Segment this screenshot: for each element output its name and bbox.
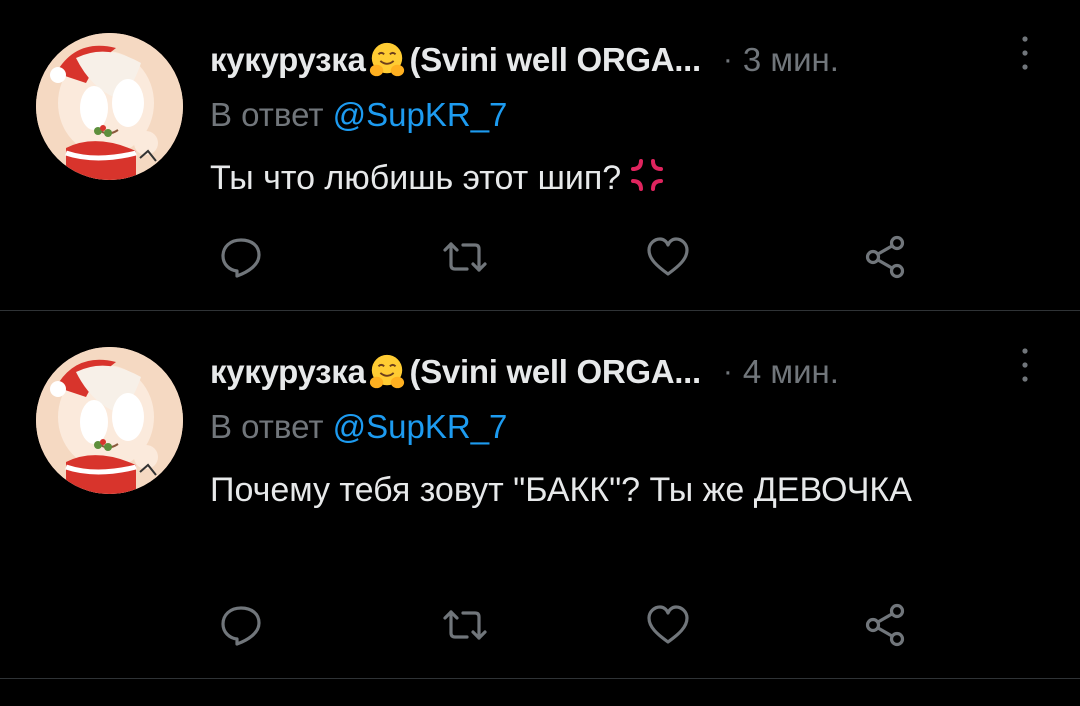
reply-to-line: В ответ @SupKR_7	[210, 96, 507, 134]
share-button[interactable]	[860, 600, 910, 650]
display-name[interactable]: кукурузка	[210, 41, 366, 79]
timestamp[interactable]: 4 мин.	[743, 353, 839, 391]
tweet-actions	[210, 600, 930, 650]
reply-mention-link[interactable]: @SupKR_7	[333, 96, 508, 133]
reply-mention-link[interactable]: @SupKR_7	[333, 408, 508, 445]
retweet-button[interactable]	[440, 600, 490, 650]
display-name-rest[interactable]: (Svini well ORGA...	[410, 41, 702, 79]
tweet-text-content: Почему тебя зовут "БАКК"? Ты же ДЕВОЧКА	[210, 471, 912, 509]
avatar-image	[36, 347, 183, 494]
reply-button[interactable]	[216, 232, 266, 282]
like-button[interactable]	[643, 600, 693, 650]
tweet[interactable]: кукурузка (Svini well ORGA... · 3 мин. В…	[0, 0, 1080, 311]
avatar[interactable]	[36, 347, 183, 494]
reply-button[interactable]	[216, 600, 266, 650]
avatar[interactable]	[36, 33, 183, 180]
tweet-text-content: Ты что любишь этот шип?	[210, 159, 622, 197]
more-options-icon[interactable]	[1017, 345, 1033, 385]
like-icon	[643, 600, 693, 650]
separator-dot: ·	[722, 355, 733, 388]
retweet-icon	[440, 600, 490, 650]
hugging-face-emoji-icon	[368, 353, 406, 391]
share-icon	[860, 232, 910, 282]
divider	[0, 678, 1080, 679]
display-name[interactable]: кукурузка	[210, 353, 366, 391]
reply-to-line: В ответ @SupKR_7	[210, 408, 507, 446]
hugging-face-emoji-icon	[368, 41, 406, 79]
retweet-icon	[440, 232, 490, 282]
separator-dot: ·	[722, 43, 733, 76]
avatar-image	[36, 33, 183, 180]
anger-symbol-emoji-icon	[627, 155, 667, 195]
like-button[interactable]	[643, 232, 693, 282]
reply-prefix: В ответ	[210, 408, 324, 445]
display-name-rest[interactable]: (Svini well ORGA...	[410, 353, 702, 391]
tweet-text: Ты что любишь этот шип?	[210, 152, 1010, 204]
tweet-text: Почему тебя зовут "БАКК"? Ты же ДЕВОЧКА	[210, 464, 1010, 516]
tweet-actions	[210, 232, 930, 282]
share-button[interactable]	[860, 232, 910, 282]
like-icon	[643, 232, 693, 282]
retweet-button[interactable]	[440, 232, 490, 282]
reply-prefix: В ответ	[210, 96, 324, 133]
more-options-icon[interactable]	[1017, 33, 1033, 73]
reply-icon	[216, 600, 266, 650]
tweet-header: кукурузка (Svini well ORGA... · 4 мин.	[210, 347, 1040, 397]
timestamp[interactable]: 3 мин.	[743, 41, 839, 79]
tweet[interactable]: кукурузка (Svini well ORGA... · 4 мин. В…	[0, 312, 1080, 678]
tweet-header: кукурузка (Svini well ORGA... · 3 мин.	[210, 35, 1040, 85]
share-icon	[860, 600, 910, 650]
reply-icon	[216, 232, 266, 282]
divider	[0, 310, 1080, 311]
